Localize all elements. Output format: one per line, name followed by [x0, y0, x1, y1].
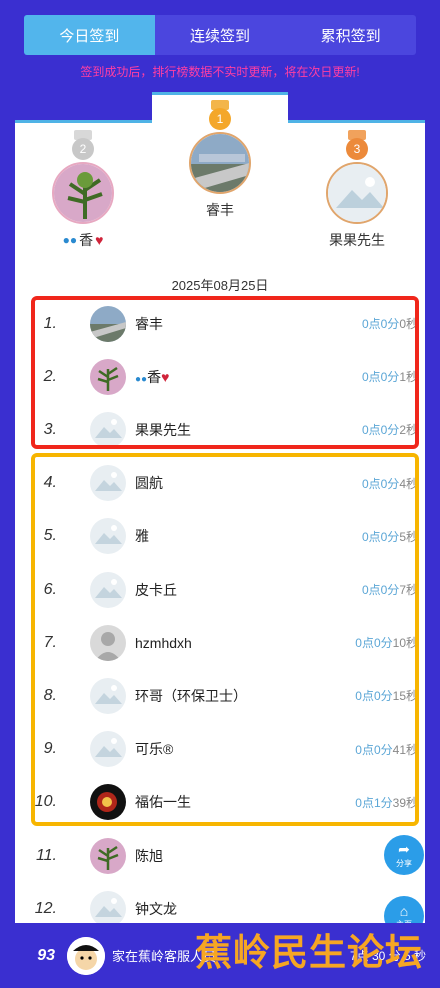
podium-second-name: 香 — [79, 232, 94, 248]
share-label: 分享 — [396, 859, 412, 868]
avatar — [90, 837, 126, 874]
tab-cumulative[interactable]: 累积签到 — [285, 15, 416, 55]
podium-first-name: 睿丰 — [206, 202, 234, 218]
gold-medal-icon: 1 — [209, 100, 231, 130]
share-icon: ➦ — [398, 841, 410, 857]
list-item[interactable]: 11.陈旭0点8 — [15, 829, 425, 882]
share-button[interactable]: ➦ 分享 — [384, 835, 424, 875]
heart-icon: ♥ — [95, 232, 104, 248]
podium-third[interactable]: 3 果果先生 — [325, 130, 389, 250]
bronze-medal-icon: 3 — [346, 130, 368, 160]
tab-consecutive[interactable]: 连续签到 — [155, 15, 286, 55]
avatar — [52, 162, 114, 224]
tab-today[interactable]: 今日签到 — [24, 15, 155, 55]
forum-watermark: 蕉岭民生论坛 — [195, 932, 423, 973]
rank-number: 11. — [35, 846, 57, 864]
user-name: 钟文龙 — [135, 900, 177, 917]
my-rank: 93 — [37, 946, 55, 964]
top10-highlight — [31, 453, 419, 826]
date-label: 2025年08月25日 — [171, 278, 269, 293]
rank-number: 12. — [34, 899, 57, 917]
user-name: 陈旭 — [135, 847, 163, 864]
paw-icon: ●● — [62, 233, 78, 247]
avatar — [326, 162, 388, 224]
avatar — [90, 890, 126, 927]
avatar — [189, 132, 251, 194]
top3-highlight — [31, 296, 419, 449]
notice-text: 签到成功后，排行榜数据不实时更新，将在次日更新! — [80, 65, 360, 79]
podium-second[interactable]: 2 ●● 香 ♥ — [51, 130, 115, 250]
avatar — [67, 936, 105, 975]
podium-first[interactable]: 1 睿丰 — [188, 100, 252, 220]
home-icon: ⌂ — [399, 902, 409, 919]
silver-medal-icon: 2 — [72, 130, 94, 160]
tab-bar: 今日签到 连续签到 累积签到 — [24, 15, 416, 55]
podium-third-name: 果果先生 — [329, 232, 385, 248]
